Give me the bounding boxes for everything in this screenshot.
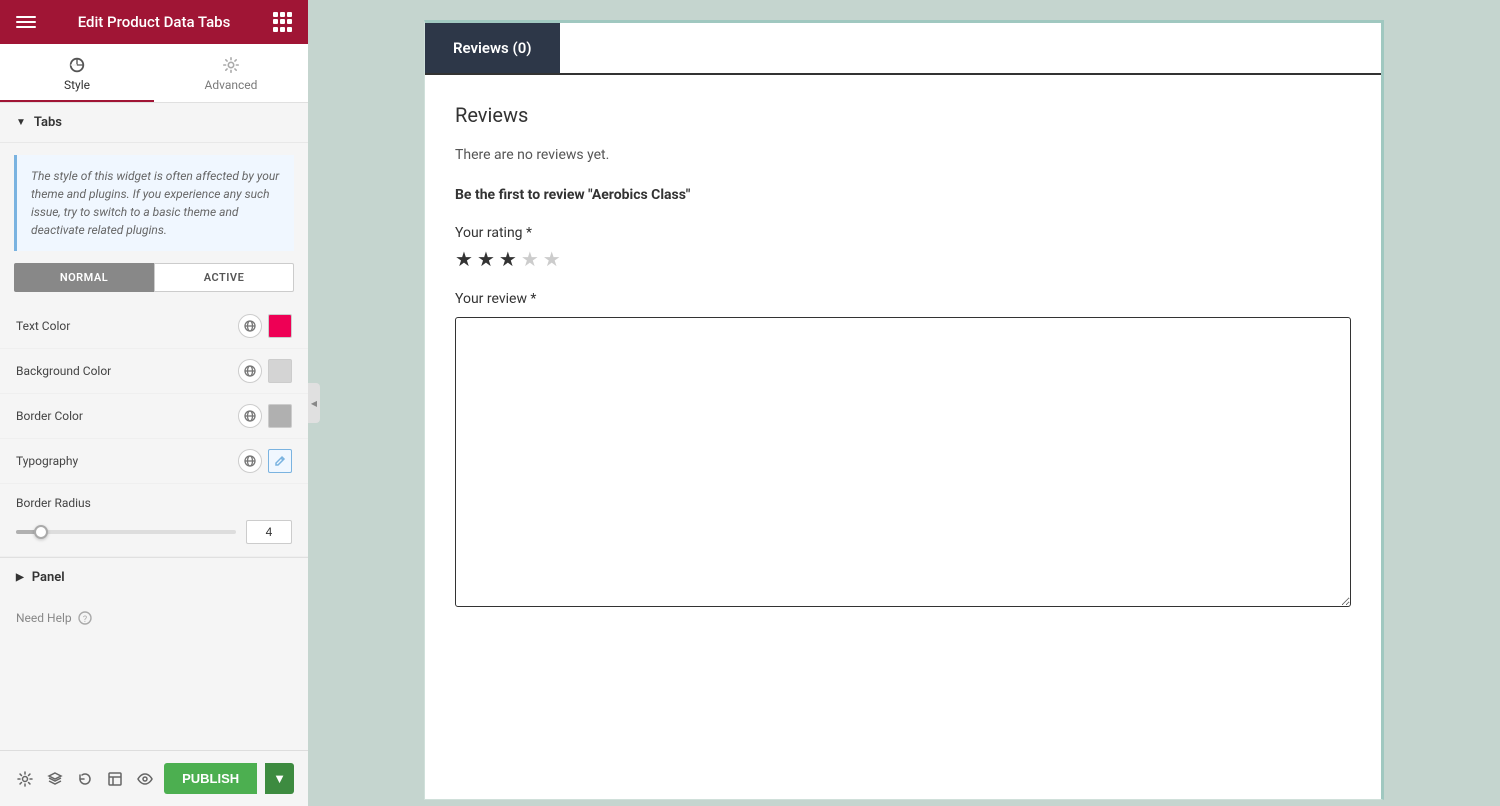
first-review-label: Be the first to review "Aerobics Class" — [455, 187, 1351, 203]
need-help-row[interactable]: Need Help ? — [0, 597, 308, 639]
collapse-handle[interactable] — [308, 383, 320, 423]
gear-icon — [222, 56, 240, 74]
panel-section-header[interactable]: ▶ Panel — [0, 557, 308, 597]
text-color-label: Text Color — [16, 319, 238, 333]
star-5[interactable]: ★ — [543, 247, 561, 271]
star-2[interactable]: ★ — [477, 247, 495, 271]
panel-section-label: Panel — [32, 570, 65, 585]
history-icon-btn[interactable] — [74, 765, 96, 793]
svg-text:?: ? — [82, 615, 86, 625]
typography-label: Typography — [16, 454, 238, 468]
tabs-section-header[interactable]: ▼ Tabs — [0, 103, 308, 143]
hamburger-icon[interactable] — [16, 12, 36, 32]
need-help-text: Need Help — [16, 611, 72, 625]
left-panel: Edit Product Data Tabs Style Advanced — [0, 0, 308, 806]
panel-body: ▼ Tabs The style of this widget is often… — [0, 103, 308, 806]
border-color-actions — [238, 404, 292, 428]
border-radius-value[interactable]: 4 — [246, 520, 292, 544]
tabs-chevron-icon: ▼ — [16, 117, 26, 128]
help-icon: ? — [78, 611, 92, 625]
reviews-title: Reviews — [455, 103, 1351, 127]
panel-title: Edit Product Data Tabs — [78, 13, 231, 31]
typography-edit-btn[interactable] — [268, 449, 292, 473]
tab-advanced-label: Advanced — [205, 78, 258, 92]
star-4[interactable]: ★ — [521, 247, 539, 271]
tab-style[interactable]: Style — [0, 44, 154, 102]
slider-row: 4 — [16, 520, 292, 544]
layers-icon-btn[interactable] — [44, 765, 66, 793]
tabs-section-label: Tabs — [34, 115, 62, 130]
text-color-swatch[interactable] — [268, 314, 292, 338]
publish-arrow-button[interactable]: ▼ — [265, 763, 294, 794]
tab-advanced[interactable]: Advanced — [154, 44, 308, 102]
border-radius-slider-track[interactable] — [16, 530, 236, 534]
stars-row: ★ ★ ★ ★ ★ — [455, 247, 1351, 271]
template-icon-btn[interactable] — [104, 765, 126, 793]
text-color-actions — [238, 314, 292, 338]
background-color-global-btn[interactable] — [238, 359, 262, 383]
tab-style-label: Style — [64, 78, 90, 92]
panel-header: Edit Product Data Tabs — [0, 0, 308, 44]
border-radius-row: Border Radius 4 — [0, 484, 308, 557]
review-label: Your review * — [455, 291, 1351, 307]
state-normal-btn[interactable]: NORMAL — [14, 263, 154, 292]
text-color-row: Text Color — [0, 304, 308, 349]
panel-chevron-icon: ▶ — [16, 572, 24, 583]
publish-button[interactable]: PUBLISH — [164, 763, 257, 794]
border-color-row: Border Color — [0, 394, 308, 439]
info-text: The style of this widget is often affect… — [31, 169, 279, 237]
info-box: The style of this widget is often affect… — [14, 155, 294, 251]
background-color-row: Background Color — [0, 349, 308, 394]
state-active-btn[interactable]: ACTIVE — [154, 263, 294, 292]
grid-icon[interactable] — [272, 12, 292, 32]
typography-global-btn[interactable] — [238, 449, 262, 473]
border-color-label: Border Color — [16, 409, 238, 423]
no-reviews-text: There are no reviews yet. — [455, 147, 1351, 163]
star-3[interactable]: ★ — [499, 247, 517, 271]
background-color-actions — [238, 359, 292, 383]
text-color-global-btn[interactable] — [238, 314, 262, 338]
settings-icon-btn[interactable] — [14, 765, 36, 793]
reviews-content: Reviews There are no reviews yet. Be the… — [425, 75, 1381, 639]
style-icon — [68, 56, 86, 74]
border-color-global-btn[interactable] — [238, 404, 262, 428]
reviews-tab-bar: Reviews (0) — [425, 23, 1381, 75]
state-toggle: NORMAL ACTIVE — [14, 263, 294, 292]
border-color-swatch[interactable] — [268, 404, 292, 428]
panel-tabs: Style Advanced — [0, 44, 308, 103]
content-frame: Reviews (0) Reviews There are no reviews… — [424, 20, 1384, 800]
background-color-swatch[interactable] — [268, 359, 292, 383]
background-color-label: Background Color — [16, 364, 238, 378]
typography-row: Typography — [0, 439, 308, 484]
slider-thumb[interactable] — [34, 525, 48, 539]
rating-label: Your rating * — [455, 225, 1351, 241]
typography-actions — [238, 449, 292, 473]
star-1[interactable]: ★ — [455, 247, 473, 271]
review-textarea[interactable] — [455, 317, 1351, 607]
main-area: Reviews (0) Reviews There are no reviews… — [308, 0, 1500, 806]
border-radius-label: Border Radius — [16, 496, 292, 510]
bottom-bar: PUBLISH ▼ — [0, 750, 308, 806]
reviews-tab[interactable]: Reviews (0) — [425, 23, 560, 73]
eye-icon-btn[interactable] — [134, 765, 156, 793]
